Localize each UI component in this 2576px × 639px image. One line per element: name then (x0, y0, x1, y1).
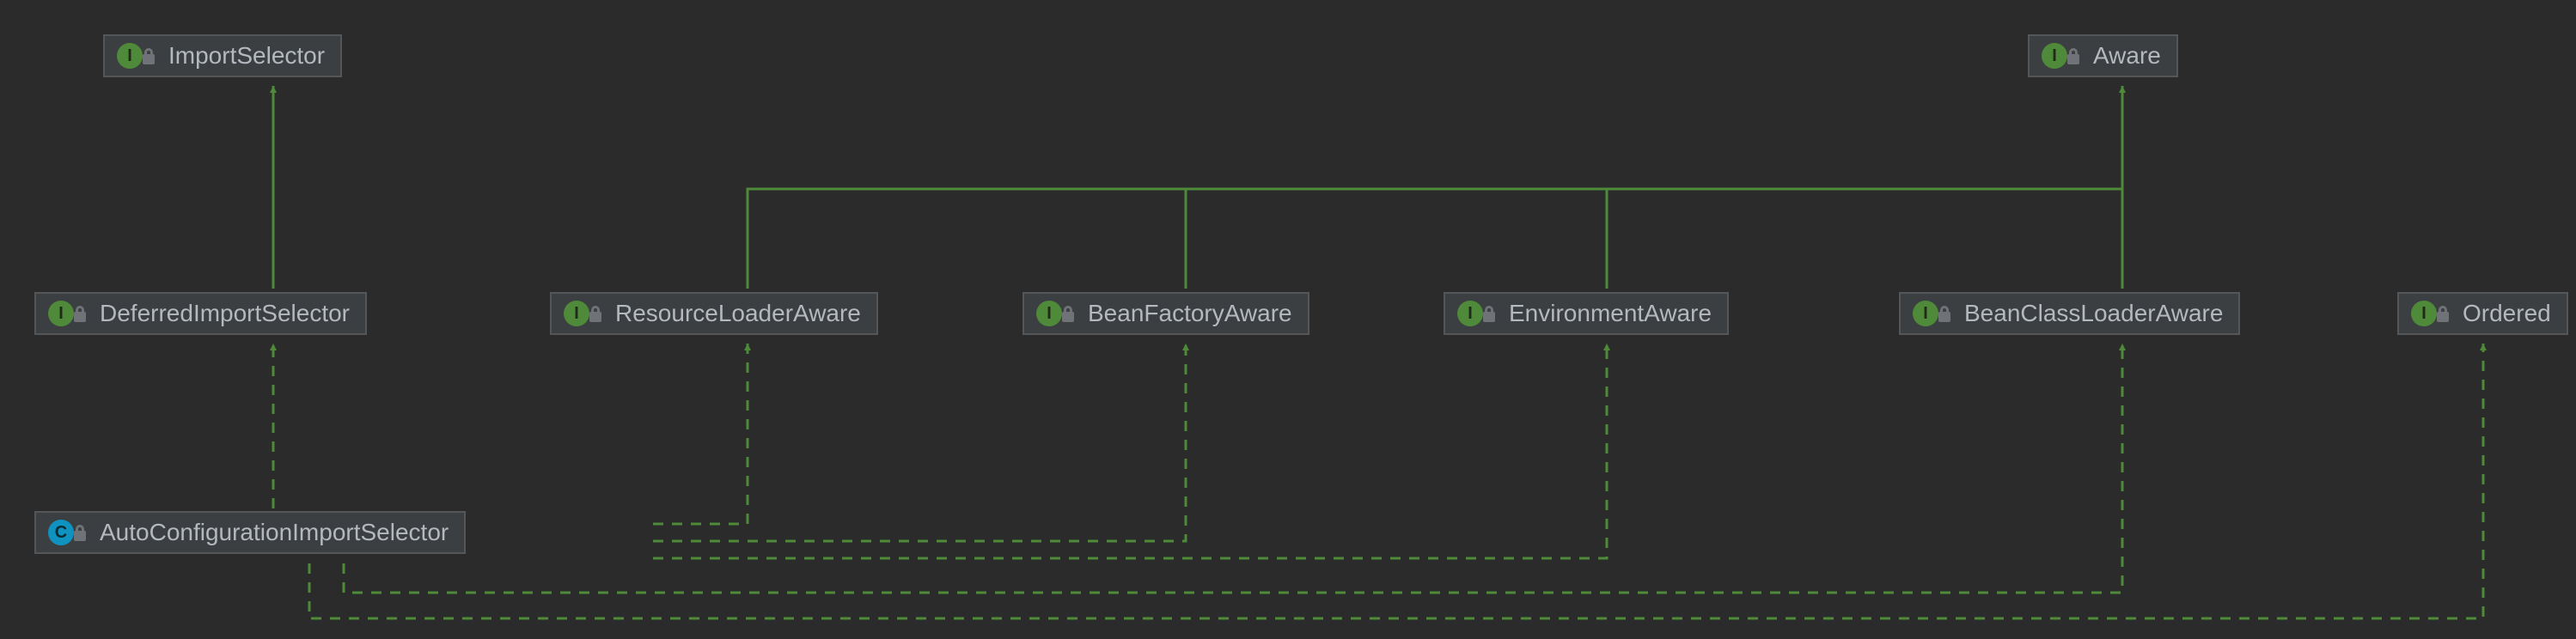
node-bean-class-loader-aware[interactable]: I BeanClassLoaderAware (1899, 292, 2240, 335)
node-label: BeanClassLoaderAware (1964, 300, 2223, 327)
node-aware[interactable]: I Aware (2028, 34, 2178, 77)
edge-auto-to-beanfactory (653, 344, 1186, 541)
class-icon: C (48, 518, 77, 547)
node-label: Aware (2093, 42, 2161, 70)
edge-auto-to-environment (653, 344, 1607, 558)
edge-resourceloader-to-aware (748, 189, 2122, 289)
node-environment-aware[interactable]: I EnvironmentAware (1444, 292, 1729, 335)
node-label: ResourceLoaderAware (615, 300, 861, 327)
edge-auto-to-ordered (309, 344, 2483, 618)
interface-icon: I (2411, 299, 2440, 328)
lock-icon (141, 46, 156, 65)
node-bean-factory-aware[interactable]: I BeanFactoryAware (1022, 292, 1309, 335)
diagram-canvas: I ImportSelector I Aware I DeferredImpor… (0, 0, 2576, 639)
lock-icon (1481, 304, 1497, 323)
edge-beanfactory-to-aware (1186, 189, 2122, 289)
interface-icon: I (1036, 299, 1065, 328)
interface-icon: I (48, 299, 77, 328)
lock-icon (1060, 304, 1076, 323)
node-auto-configuration-import-selector[interactable]: C AutoConfigurationImportSelector (34, 511, 466, 554)
node-label: DeferredImportSelector (100, 300, 350, 327)
interface-icon: I (1913, 299, 1942, 328)
node-label: EnvironmentAware (1509, 300, 1712, 327)
node-label: Ordered (2463, 300, 2551, 327)
lock-icon (1937, 304, 1952, 323)
lock-icon (72, 304, 88, 323)
node-label: ImportSelector (168, 42, 325, 70)
edge-auto-to-resourceloader (653, 344, 748, 524)
edge-environment-to-aware (1607, 189, 2122, 289)
node-resource-loader-aware[interactable]: I ResourceLoaderAware (550, 292, 878, 335)
lock-icon (588, 304, 603, 323)
interface-icon: I (117, 41, 146, 70)
lock-icon (72, 523, 88, 542)
node-ordered[interactable]: I Ordered (2397, 292, 2568, 335)
edge-auto-to-beanclassloader (344, 344, 2122, 593)
lock-icon (2066, 46, 2081, 65)
node-label: BeanFactoryAware (1088, 300, 1292, 327)
lock-icon (2435, 304, 2451, 323)
interface-icon: I (1457, 299, 1486, 328)
node-import-selector[interactable]: I ImportSelector (103, 34, 342, 77)
node-deferred-import-selector[interactable]: I DeferredImportSelector (34, 292, 367, 335)
node-label: AutoConfigurationImportSelector (100, 519, 449, 546)
interface-icon: I (2042, 41, 2071, 70)
interface-icon: I (564, 299, 593, 328)
